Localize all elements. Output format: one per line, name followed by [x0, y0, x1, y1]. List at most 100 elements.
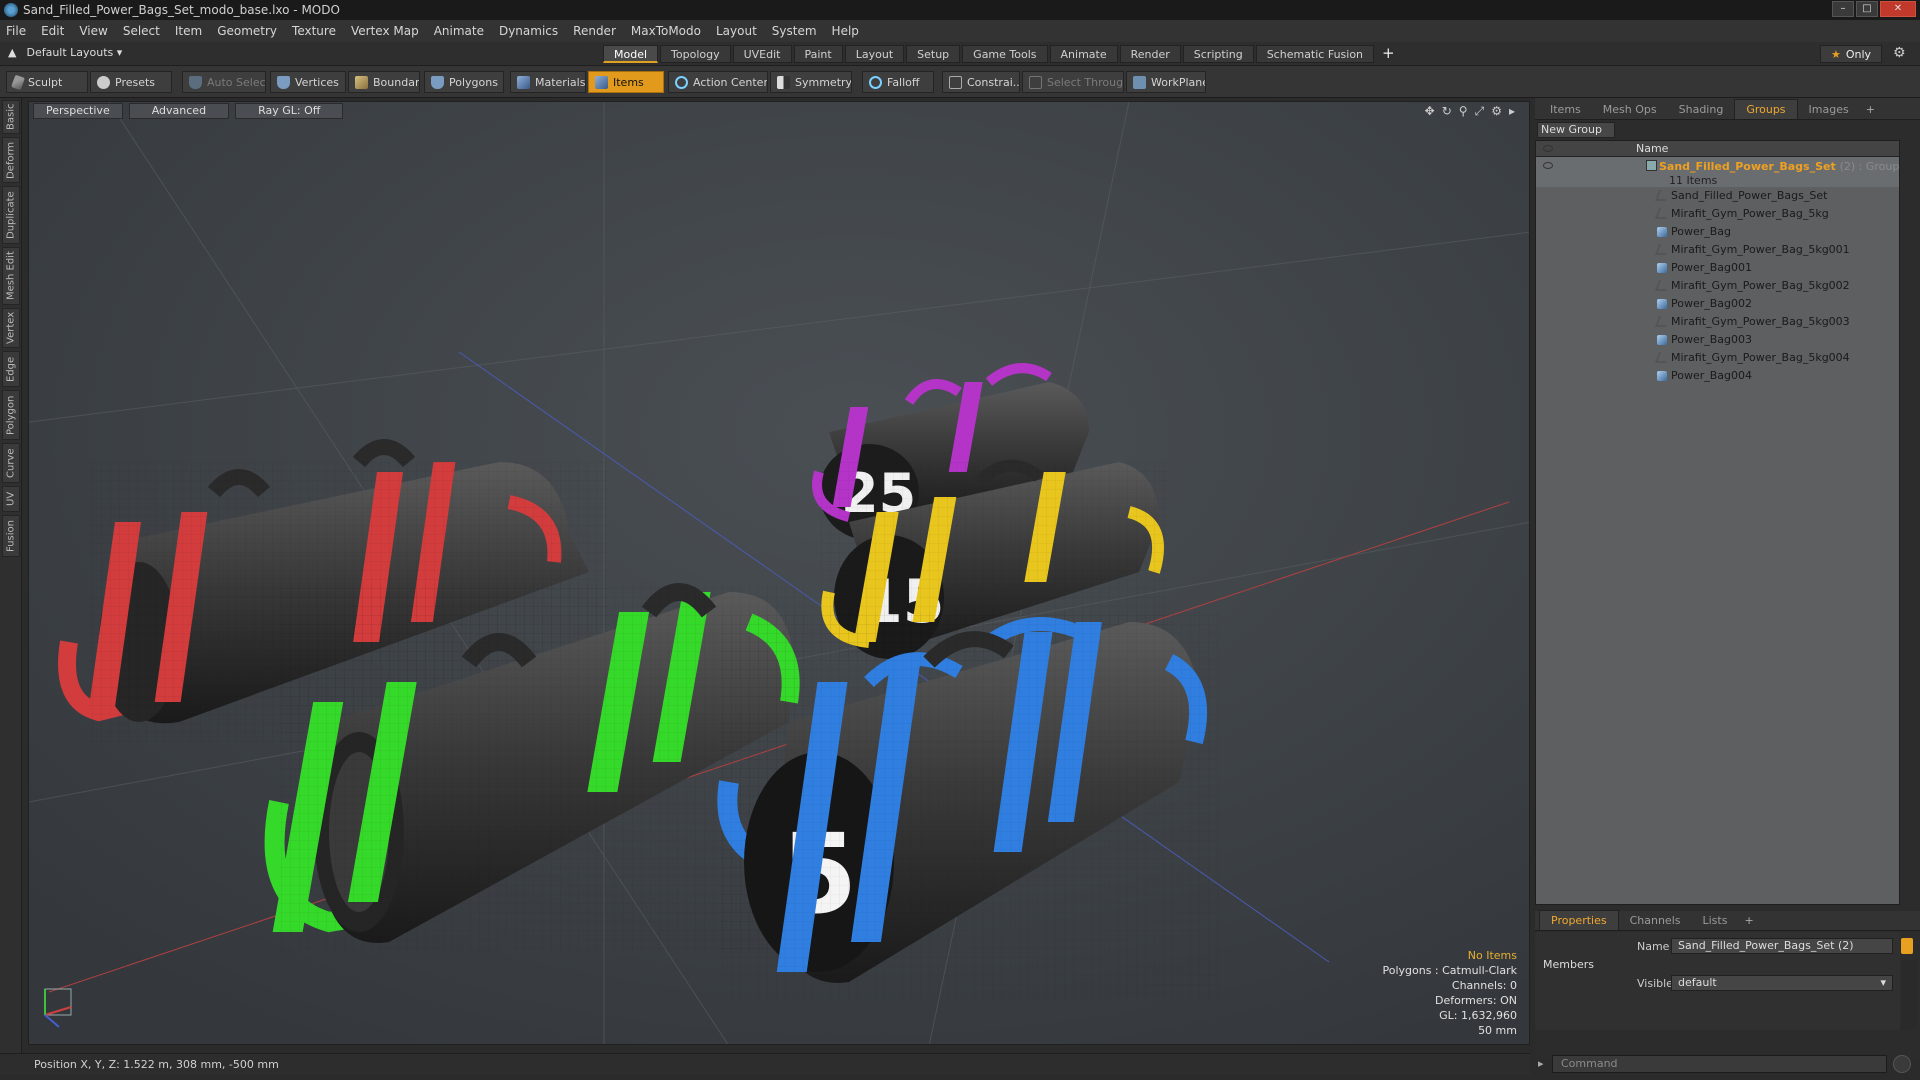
- zoom-icon[interactable]: ⚲: [1459, 104, 1468, 119]
- select-through-button[interactable]: Select Through: [1022, 71, 1124, 93]
- menu-layout[interactable]: Layout: [716, 24, 757, 38]
- left-tab-duplicate[interactable]: Duplicate: [2, 186, 20, 244]
- falloff-button[interactable]: Falloff: [862, 71, 934, 93]
- perspective-button[interactable]: Perspective: [33, 103, 123, 119]
- tab-uvedit[interactable]: UVEdit: [732, 45, 792, 63]
- auto-select-button[interactable]: Auto Select: [182, 71, 266, 93]
- tree-item[interactable]: Mirafit_Gym_Power_Bag_5kg004: [1536, 349, 1899, 367]
- group-row[interactable]: Sand_Filled_Power_Bags_Set (2) : Group 1…: [1536, 157, 1899, 187]
- panel-tab-groups[interactable]: Groups: [1734, 99, 1798, 119]
- layouts-dropdown[interactable]: ▲ Default Layouts ▾: [8, 46, 122, 59]
- tab-render[interactable]: Render: [1119, 45, 1181, 63]
- minimize-button[interactable]: –: [1832, 1, 1854, 17]
- polygons-button[interactable]: Polygons: [424, 71, 504, 93]
- boundary-button[interactable]: Boundary: [348, 71, 420, 93]
- menu-render[interactable]: Render: [573, 24, 616, 38]
- gear-icon[interactable]: ⚙: [1893, 45, 1906, 61]
- add-layout-tab-icon[interactable]: +: [1382, 45, 1395, 63]
- left-tab-fusion[interactable]: Fusion: [2, 515, 20, 557]
- tab-scripting[interactable]: Scripting: [1182, 45, 1254, 63]
- presets-button[interactable]: Presets: [90, 71, 172, 93]
- tab-game-tools[interactable]: Game Tools: [962, 45, 1048, 63]
- add-props-tab-icon[interactable]: +: [1738, 911, 1759, 930]
- members-section[interactable]: Members: [1543, 958, 1594, 971]
- props-tab-properties[interactable]: Properties: [1539, 910, 1619, 930]
- tree-item[interactable]: Mirafit_Gym_Power_Bag_5kg003: [1536, 313, 1899, 331]
- panel-tab-images[interactable]: Images: [1798, 100, 1860, 119]
- tab-layout[interactable]: Layout: [844, 45, 905, 63]
- fit-icon[interactable]: ⤢: [1475, 104, 1485, 119]
- action-center-button[interactable]: Action Center: [668, 71, 768, 93]
- visibility-eye-icon[interactable]: [1543, 145, 1553, 152]
- group-eye-icon[interactable]: [1543, 162, 1553, 169]
- constraints-button[interactable]: Constrai...: [942, 71, 1020, 93]
- left-tab-vertex[interactable]: Vertex: [2, 308, 20, 348]
- menu-edit[interactable]: Edit: [41, 24, 64, 38]
- tree-item[interactable]: Sand_Filled_Power_Bags_Set: [1536, 187, 1899, 205]
- tree-item[interactable]: Mirafit_Gym_Power_Bag_5kg001: [1536, 241, 1899, 259]
- properties-options-button[interactable]: [1901, 938, 1913, 954]
- add-panel-tab-icon[interactable]: +: [1860, 100, 1881, 119]
- rotate-icon[interactable]: ↻: [1442, 104, 1452, 119]
- tree-item[interactable]: Mirafit_Gym_Power_Bag_5kg002: [1536, 277, 1899, 295]
- menu-view[interactable]: View: [79, 24, 107, 38]
- props-tab-channels[interactable]: Channels: [1619, 911, 1692, 930]
- menu-dynamics[interactable]: Dynamics: [499, 24, 558, 38]
- items-button[interactable]: Items: [588, 71, 664, 93]
- blue-power-bag[interactable]: 5: [717, 612, 1219, 1002]
- tab-paint[interactable]: Paint: [793, 45, 843, 63]
- only-button[interactable]: ★ Only: [1820, 45, 1882, 63]
- left-tab-edge[interactable]: Edge: [2, 351, 20, 387]
- left-tab-deform[interactable]: Deform: [2, 137, 20, 183]
- ray-gl-button[interactable]: Ray GL: Off: [235, 103, 344, 119]
- left-tab-polygon[interactable]: Polygon: [2, 390, 20, 440]
- pan-icon[interactable]: ✥: [1425, 104, 1435, 119]
- tab-schematic-fusion[interactable]: Schematic Fusion: [1255, 45, 1375, 63]
- sculpt-button[interactable]: Sculpt: [6, 71, 88, 93]
- menu-maxtomodo[interactable]: MaxToModo: [631, 24, 701, 38]
- menu-select[interactable]: Select: [123, 24, 160, 38]
- name-column-header[interactable]: Name: [1636, 142, 1668, 155]
- left-tab-mesh-edit[interactable]: Mesh Edit: [2, 247, 20, 305]
- command-input[interactable]: Command: [1552, 1055, 1887, 1073]
- tab-topology[interactable]: Topology: [660, 45, 731, 63]
- panel-tab-items[interactable]: Items: [1539, 100, 1592, 119]
- left-tab-basic[interactable]: Basic: [2, 100, 20, 134]
- tree-item[interactable]: Power_Bag001: [1536, 259, 1899, 277]
- viewport-settings-icon[interactable]: ⚙: [1491, 104, 1502, 119]
- tab-setup[interactable]: Setup: [906, 45, 961, 63]
- workplane-button[interactable]: WorkPlane: [1126, 71, 1206, 93]
- panel-tab-mesh-ops[interactable]: Mesh Ops: [1592, 100, 1668, 119]
- materials-button[interactable]: Materials: [510, 71, 586, 93]
- viewport-menu-arrow-icon[interactable]: ▸: [1509, 104, 1515, 119]
- menu-texture[interactable]: Texture: [292, 24, 336, 38]
- new-group-button[interactable]: New Group: [1537, 122, 1615, 138]
- menu-vertex-map[interactable]: Vertex Map: [351, 24, 419, 38]
- close-button[interactable]: ✕: [1880, 1, 1916, 17]
- tab-model[interactable]: Model: [603, 45, 659, 63]
- panel-tab-shading[interactable]: Shading: [1668, 100, 1735, 119]
- menu-animate[interactable]: Animate: [434, 24, 484, 38]
- props-tab-lists[interactable]: Lists: [1692, 911, 1739, 930]
- tree-item[interactable]: Power_Bag: [1536, 223, 1899, 241]
- name-field[interactable]: Sand_Filled_Power_Bags_Set (2): [1671, 938, 1893, 954]
- vertices-button[interactable]: Vertices: [270, 71, 346, 93]
- symmetry-button[interactable]: Symmetry: [770, 71, 852, 93]
- visible-select[interactable]: default ▾: [1671, 975, 1893, 991]
- menu-help[interactable]: Help: [832, 24, 859, 38]
- menu-item[interactable]: Item: [175, 24, 202, 38]
- 3d-viewport[interactable]: Perspective Advanced Ray GL: Off ✥ ↻ ⚲ ⤢…: [28, 101, 1530, 1045]
- tree-item[interactable]: Power_Bag002: [1536, 295, 1899, 313]
- advanced-button[interactable]: Advanced: [128, 103, 230, 119]
- menu-file[interactable]: File: [6, 24, 26, 38]
- menu-geometry[interactable]: Geometry: [217, 24, 277, 38]
- tab-animate[interactable]: Animate: [1049, 45, 1118, 63]
- tree-item[interactable]: Mirafit_Gym_Power_Bag_5kg: [1536, 205, 1899, 223]
- maximize-button[interactable]: □: [1856, 1, 1878, 17]
- left-tab-uv[interactable]: UV: [2, 486, 20, 512]
- command-history-button[interactable]: [1893, 1055, 1911, 1073]
- menu-system[interactable]: System: [772, 24, 817, 38]
- tree-item[interactable]: Power_Bag003: [1536, 331, 1899, 349]
- left-tab-curve[interactable]: Curve: [2, 443, 20, 483]
- tree-item[interactable]: Power_Bag004: [1536, 367, 1899, 385]
